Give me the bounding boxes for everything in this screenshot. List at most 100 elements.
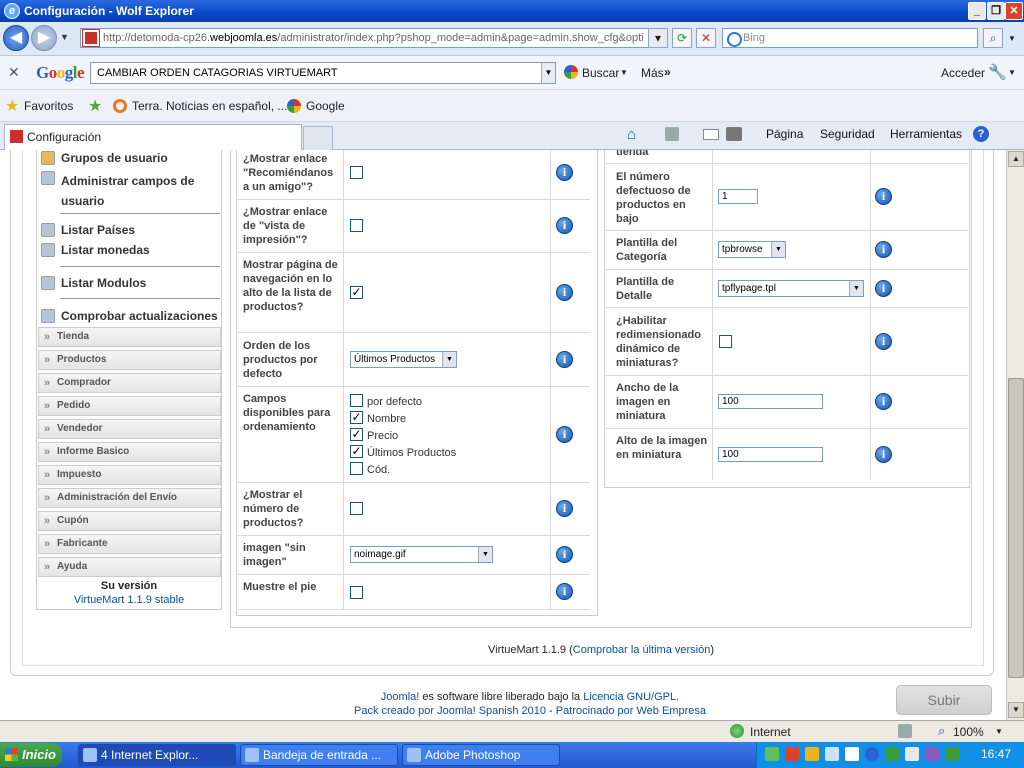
- input-ancho[interactable]: 100: [718, 394, 823, 409]
- info-icon[interactable]: i: [556, 546, 573, 563]
- sidebar-section-envio[interactable]: Administración del Envío: [38, 488, 221, 508]
- sidebar-section-comprador[interactable]: Comprador: [38, 373, 221, 393]
- add-favorite-icon[interactable]: ★: [88, 96, 102, 116]
- subir-button[interactable]: Subir: [896, 685, 992, 715]
- mail-icon[interactable]: [703, 129, 719, 140]
- checkbox-vista-impresion[interactable]: [350, 219, 363, 232]
- input-alto[interactable]: 100: [718, 447, 823, 462]
- sidebar-section-informe[interactable]: Informe Basico: [38, 442, 221, 462]
- chevron-down-icon[interactable]: ▼: [541, 63, 555, 83]
- close-button[interactable]: ✕: [1005, 2, 1023, 20]
- tray-icon[interactable]: [805, 747, 819, 761]
- sidebar-section-tienda[interactable]: Tienda: [38, 327, 221, 347]
- select-orden-defecto[interactable]: Últimos Productos ▼: [350, 351, 457, 368]
- sidebar-link-actualizaciones[interactable]: Comprobar actualizaciones: [61, 309, 218, 323]
- task-internet-explorer[interactable]: 4 Internet Explor...: [78, 744, 236, 766]
- checkbox-pagina-navegacion[interactable]: ✓: [350, 286, 363, 299]
- info-icon[interactable]: i: [556, 217, 573, 234]
- vertical-scrollbar[interactable]: ▲ ▼: [1006, 150, 1024, 720]
- chevron-down-icon[interactable]: ▼: [1008, 68, 1016, 77]
- print-icon[interactable]: [726, 127, 742, 141]
- chevron-down-icon[interactable]: ▼: [995, 727, 1003, 736]
- refresh-icon[interactable]: ⟳: [672, 28, 692, 48]
- favorite-terra[interactable]: Terra. Noticias en español, ...: [132, 99, 287, 113]
- checkbox-muestre-pie[interactable]: [350, 586, 363, 599]
- info-icon[interactable]: i: [556, 351, 573, 368]
- sidebar-link-campos[interactable]: Administrar campos de usuario: [61, 171, 211, 211]
- info-icon[interactable]: i: [556, 426, 573, 443]
- acceder-button[interactable]: Acceder: [941, 66, 985, 80]
- checkbox-recomiendanos[interactable]: [350, 166, 363, 179]
- sidebar-section-productos[interactable]: Productos: [38, 350, 221, 370]
- check-version-link[interactable]: Comprobar la última versión: [573, 644, 711, 656]
- joomla-link[interactable]: Joomla!: [381, 691, 420, 703]
- sidebar-section-ayuda[interactable]: Ayuda: [38, 557, 221, 577]
- info-icon[interactable]: i: [875, 333, 892, 350]
- buscar-button[interactable]: Buscar: [582, 66, 619, 80]
- sidebar-link-grupos[interactable]: Grupos de usuario: [61, 151, 168, 165]
- mas-button[interactable]: Más: [641, 66, 664, 80]
- protected-mode-icon[interactable]: [898, 724, 912, 738]
- select-plantilla-categoria[interactable]: tpbrowse ▼: [718, 241, 786, 258]
- buscar-dropdown-icon[interactable]: ▼: [620, 68, 628, 77]
- tray-icon[interactable]: [825, 747, 839, 761]
- scroll-up-icon[interactable]: ▲: [1008, 151, 1024, 167]
- home-icon[interactable]: ⌂: [627, 126, 636, 143]
- google-search-input[interactable]: CAMBIAR ORDEN CATAGORIAS VIRTUEMART ▼: [90, 62, 556, 84]
- url-field[interactable]: http://detomoda-cp26. webjoomla.es/admini…: [80, 28, 664, 48]
- help-icon[interactable]: ?: [973, 126, 989, 142]
- pack-link[interactable]: Pack creado por Joomla! Spanish 2010: [354, 705, 546, 717]
- sidebar-section-pedido[interactable]: Pedido: [38, 396, 221, 416]
- new-tab-button[interactable]: [303, 126, 333, 150]
- info-icon[interactable]: i: [875, 393, 892, 410]
- tray-icon[interactable]: [865, 747, 879, 761]
- tray-icon[interactable]: [785, 747, 799, 761]
- version-link[interactable]: VirtueMart 1.1.9 stable: [37, 594, 221, 606]
- zoom-level[interactable]: 100%: [953, 725, 984, 739]
- checkbox-ultimos[interactable]: ✓: [350, 445, 363, 458]
- pagina-menu[interactable]: Página: [766, 127, 803, 141]
- wrench-icon[interactable]: 🔧: [988, 63, 1007, 81]
- search-input[interactable]: Bing: [722, 28, 978, 48]
- scroll-thumb[interactable]: [1008, 378, 1024, 678]
- tray-icon[interactable]: [905, 747, 919, 761]
- sidebar-link-paises[interactable]: Listar Países: [61, 223, 135, 237]
- checkbox-nombre[interactable]: ✓: [350, 411, 363, 424]
- sponsor-link[interactable]: Patrocinado por Web Empresa: [556, 705, 706, 717]
- task-photoshop[interactable]: Adobe Photoshop: [402, 744, 560, 766]
- info-icon[interactable]: i: [875, 446, 892, 463]
- sidebar-link-monedas[interactable]: Listar monedas: [61, 243, 150, 257]
- checkbox-cod[interactable]: [350, 462, 363, 475]
- history-dropdown-icon[interactable]: ▼: [60, 32, 69, 42]
- info-icon[interactable]: i: [556, 583, 573, 600]
- tray-icon[interactable]: [925, 747, 939, 761]
- tab-configuracion[interactable]: Configuración: [4, 124, 302, 150]
- info-icon[interactable]: i: [875, 280, 892, 297]
- search-icon[interactable]: ⌕: [983, 28, 1003, 48]
- herramientas-menu[interactable]: Herramientas: [890, 127, 962, 141]
- sidebar-section-vendedor[interactable]: Vendedor: [38, 419, 221, 439]
- select-imagen-sin[interactable]: noimage.gif ▼: [350, 546, 493, 563]
- tray-icon[interactable]: [845, 747, 859, 761]
- tray-icon[interactable]: [945, 747, 959, 761]
- search-options-icon[interactable]: ▼: [1008, 34, 1016, 43]
- minimize-button[interactable]: _: [968, 2, 986, 20]
- sidebar-section-fabricante[interactable]: Fabricante: [38, 534, 221, 554]
- sidebar-section-cupon[interactable]: Cupón: [38, 511, 221, 531]
- license-link[interactable]: Licencia GNU/GPL.: [583, 691, 679, 703]
- checkbox-redimensionado[interactable]: [719, 335, 732, 348]
- checkbox-por-defecto[interactable]: [350, 394, 363, 407]
- favorite-google[interactable]: Google: [306, 99, 345, 113]
- checkbox-mostrar-numero[interactable]: [350, 502, 363, 515]
- seguridad-menu[interactable]: Seguridad: [820, 127, 875, 141]
- url-dropdown-icon[interactable]: ▾: [648, 28, 668, 48]
- tray-icon[interactable]: [765, 747, 779, 761]
- tray-icon[interactable]: [885, 747, 899, 761]
- maximize-button[interactable]: ❐: [987, 2, 1005, 20]
- checkbox-precio[interactable]: ✓: [350, 428, 363, 441]
- select-plantilla-detalle[interactable]: tpflypage.tpl ▼: [718, 280, 864, 297]
- rss-icon[interactable]: [665, 127, 679, 141]
- forward-button[interactable]: ▶: [31, 25, 57, 51]
- stop-icon[interactable]: ✕: [696, 28, 716, 48]
- task-bandeja-entrada[interactable]: Bandeja de entrada ...: [240, 744, 398, 766]
